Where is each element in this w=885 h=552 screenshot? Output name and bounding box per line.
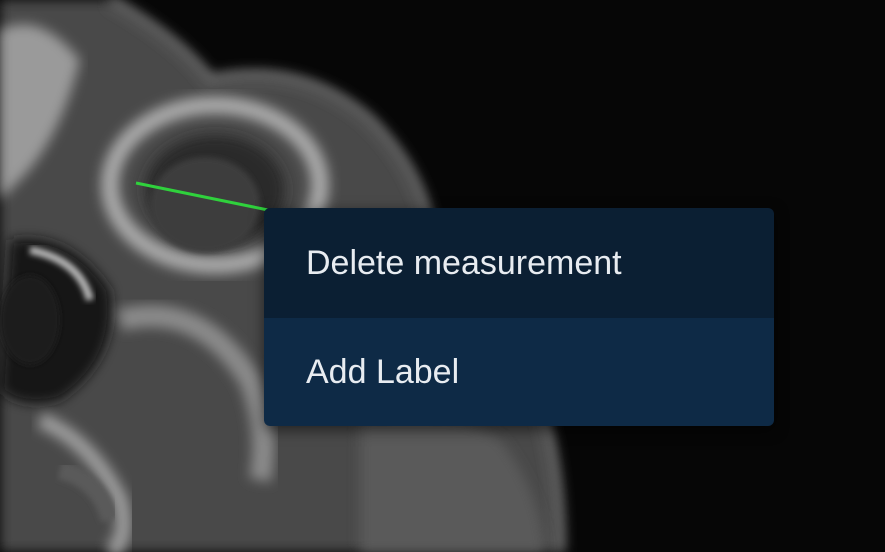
delete-measurement-menu-item[interactable]: Delete measurement [264,208,774,318]
add-label-menu-item[interactable]: Add Label [264,318,774,426]
image-viewport[interactable]: Delete measurement Add Label [0,0,885,552]
context-menu: Delete measurement Add Label [264,208,774,426]
